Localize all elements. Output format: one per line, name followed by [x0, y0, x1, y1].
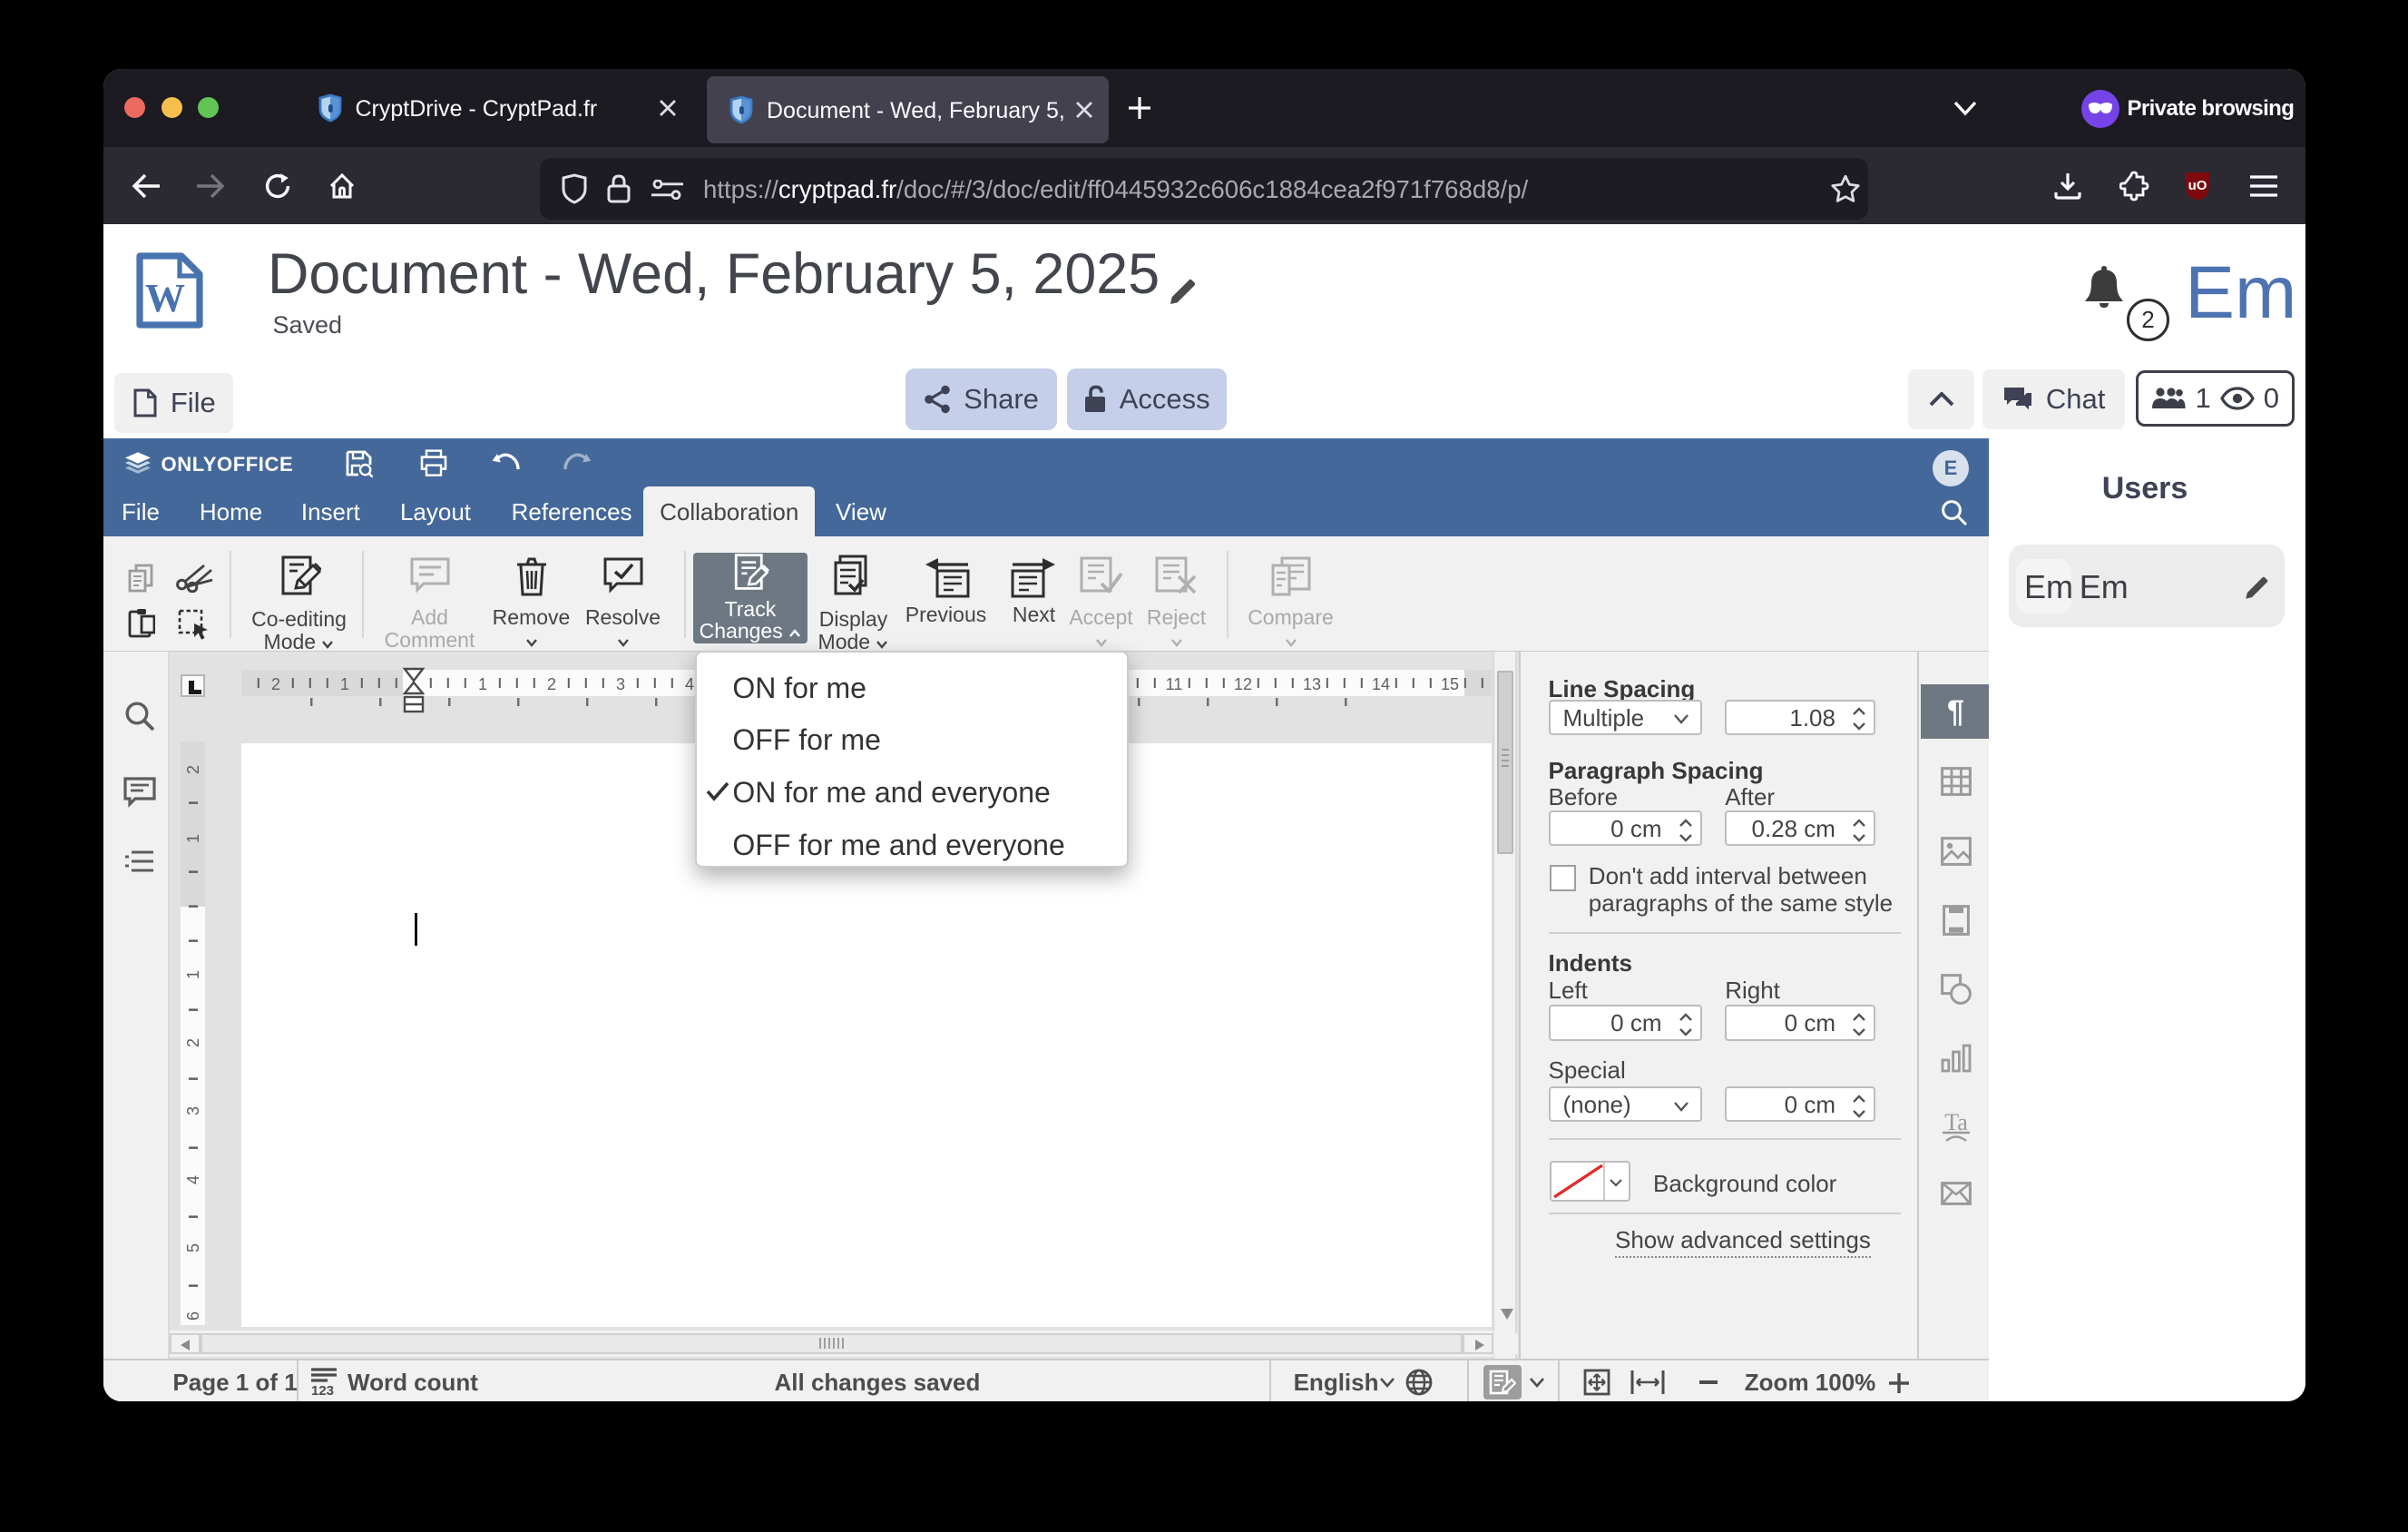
svg-text:123: 123: [311, 1383, 334, 1395]
svg-text:W: W: [145, 276, 185, 320]
svg-text:uO: uO: [2188, 178, 2207, 193]
